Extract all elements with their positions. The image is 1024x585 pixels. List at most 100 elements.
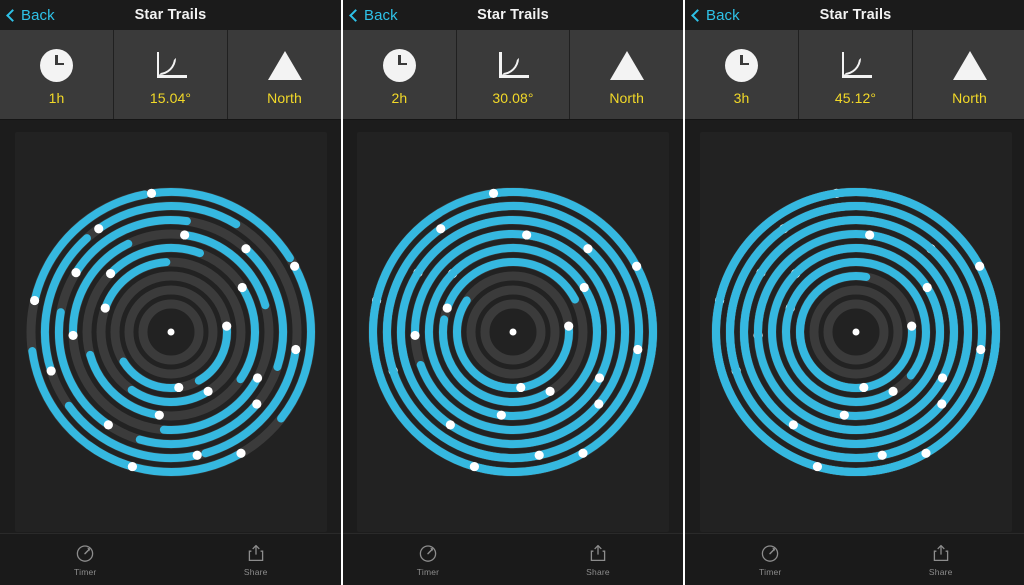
star-dot [975,344,985,355]
segment-duration[interactable]: 2h [343,30,456,119]
star-dot [290,344,300,355]
segment-direction-value: North [609,90,645,106]
toolbar-item-share[interactable]: Share [513,542,683,577]
segment-rotation-value: 45.12° [834,90,877,106]
chevron-left-icon [6,8,19,22]
segment-rotation[interactable]: 45.12° [798,30,912,119]
star-dot [127,461,137,472]
star-dot [67,330,78,341]
star-trail-canvas[interactable] [699,132,1012,532]
toolbar-item-timer-label: Timer [74,567,97,577]
app-screen-1h: Back Star Trails 1h 15.04° North Timer S… [0,0,341,585]
sky-stage [343,120,683,533]
star-trail-plot [26,187,315,477]
star-dot [445,420,455,430]
segment-rotation[interactable]: 30.08° [455,30,570,119]
star-dot [46,366,56,376]
star-dot [235,448,246,458]
toolbar-item-timer[interactable]: Timer [685,542,856,577]
star-dot [496,410,506,420]
timer-icon [75,542,95,564]
app-screen-2h: Back Star Trails 2h 30.08° North Timer S… [343,0,683,585]
segment-direction[interactable]: North [227,30,341,119]
star-dot [192,450,202,460]
star-dot [922,282,932,293]
segment-rotation-value: 15.04° [149,90,192,106]
star-dot [858,382,868,393]
segment-direction-value: North [267,90,302,106]
star-dot [237,282,247,293]
nav-bar: Back Star Trails [343,0,683,30]
star-dot [877,450,887,460]
star-dot [516,382,526,393]
toolbar-item-timer[interactable]: Timer [0,542,171,577]
toolbar-item-timer[interactable]: Timer [343,542,513,577]
back-button[interactable]: Back [349,6,398,24]
star-dot [173,382,183,393]
star-trail-canvas[interactable] [14,132,327,532]
star-dot [937,373,947,383]
star-dot [906,321,916,331]
clock-icon [40,47,73,83]
nav-bar: Back Star Trails [685,0,1024,30]
star-dot [103,420,113,430]
toolbar-item-timer-label: Timer [759,567,782,577]
angle-icon [496,47,530,83]
star-dot [179,230,189,240]
chevron-left-icon [349,8,362,22]
back-button-label: Back [21,6,55,24]
star-dot [442,303,452,313]
bottom-toolbar: Timer Share [685,533,1024,585]
toolbar-item-share[interactable]: Share [856,542,1024,577]
star-dot [251,399,261,409]
star-trail-canvas[interactable] [357,132,669,532]
back-button[interactable]: Back [691,6,740,24]
star-dot [864,230,874,240]
info-segment-bar: 2h 30.08° North [343,30,683,120]
segment-direction[interactable]: North [912,30,1024,119]
star-trail-plot [368,187,658,477]
info-segment-bar: 1h 15.04° North [0,30,341,120]
star-dot [146,188,156,198]
chevron-left-icon [691,8,704,22]
share-icon [588,542,608,564]
timer-icon [760,542,780,564]
star-dot [469,461,480,472]
star-dot [887,386,898,396]
star-dot [545,386,555,396]
celestial-pole-dot [852,328,859,336]
north-triangle-icon [267,47,302,83]
star-dot [240,244,251,254]
segment-rotation-value: 30.08° [492,90,534,106]
north-triangle-icon [952,47,987,83]
back-button[interactable]: Back [6,6,55,24]
segment-direction[interactable]: North [569,30,683,119]
screenshot-triptych: Back Star Trails 1h 15.04° North Timer S… [0,0,1024,585]
toolbar-item-timer-label: Timer [416,567,440,577]
star-dot [154,410,164,420]
star-dot [578,448,588,458]
share-icon [246,542,266,564]
clock-icon [382,47,416,83]
segment-duration-value: 2h [391,90,408,106]
app-screen-3h: Back Star Trails 3h 45.12° North Timer S… [685,0,1024,585]
toolbar-item-share-label: Share [243,567,268,577]
back-button-label: Back [364,6,398,24]
segment-rotation[interactable]: 15.04° [113,30,227,119]
segment-duration[interactable]: 3h [685,30,798,119]
info-segment-bar: 3h 45.12° North [685,30,1024,120]
timer-icon [418,542,438,564]
sky-stage [685,120,1024,533]
nav-bar: Back Star Trails [0,0,341,30]
star-dot [488,188,499,198]
star-dot [564,321,574,331]
star-dot [29,295,39,306]
segment-duration[interactable]: 1h [0,30,113,119]
celestial-pole-dot [167,328,174,336]
north-triangle-icon [609,47,644,83]
star-dot [70,268,81,278]
toolbar-item-share[interactable]: Share [171,542,342,577]
star-dot [252,373,262,383]
star-dot [93,224,103,234]
back-button-label: Back [706,6,740,24]
